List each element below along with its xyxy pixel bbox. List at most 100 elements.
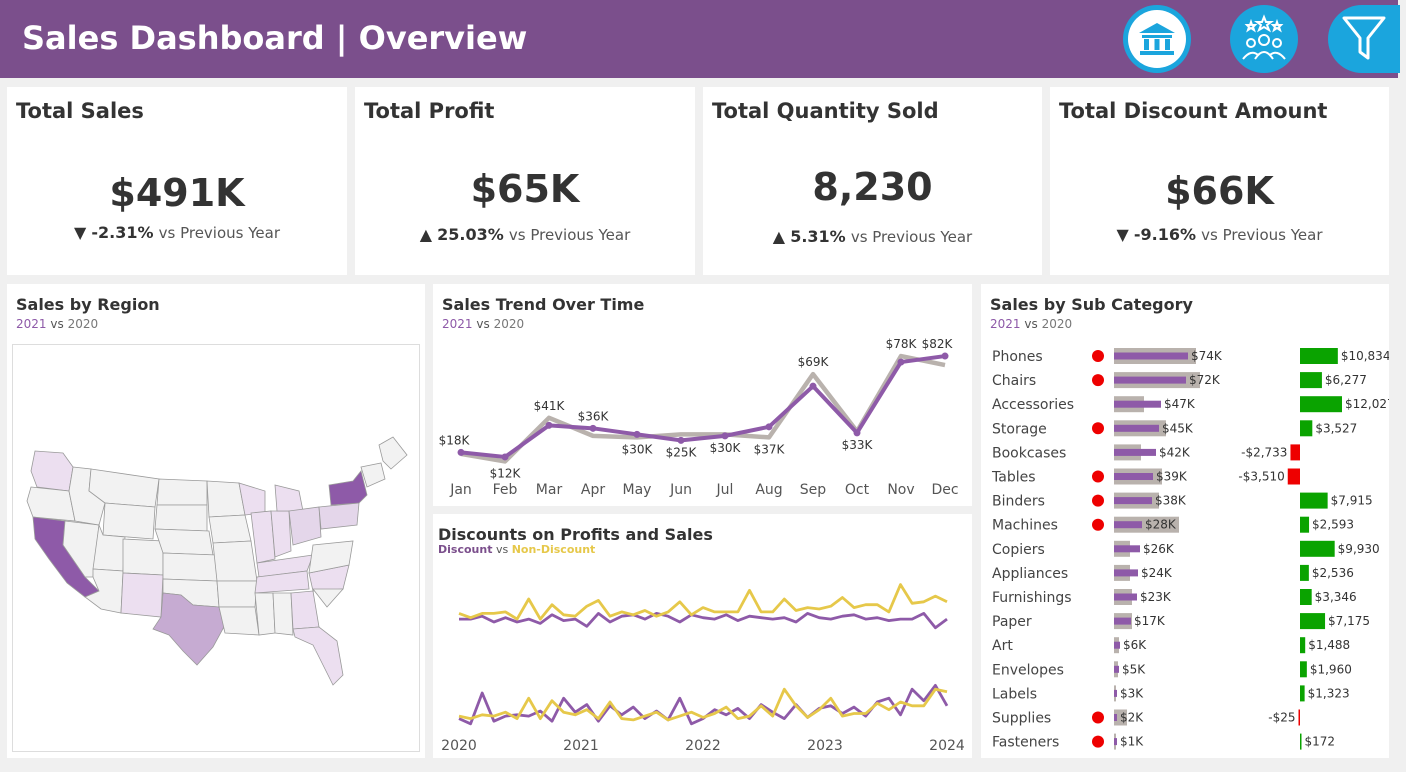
subcategory-bar-current-year[interactable] — [1114, 617, 1131, 625]
decline-indicator-icon — [1092, 374, 1104, 387]
trend-point[interactable] — [677, 436, 685, 444]
subcategory-bar-current-year[interactable] — [1114, 400, 1161, 408]
map-state-indiana — [270, 510, 292, 558]
subcategory-label: Machines — [992, 518, 1058, 534]
subcategory-bar-current-year[interactable] — [1114, 424, 1159, 432]
trend-point[interactable] — [721, 432, 729, 440]
trend-point[interactable] — [501, 453, 509, 461]
subcategory-profit-bar[interactable] — [1287, 468, 1300, 485]
subcategory-label: Storage — [992, 421, 1047, 437]
subcategory-sales-label: $47K — [1164, 397, 1196, 411]
subcategory-bar-current-year[interactable] — [1114, 473, 1153, 480]
subcategory-panel: Sales by Sub Category 2021 vs 2020 Phone… — [981, 284, 1389, 758]
subcategory-bar-current-year[interactable] — [1114, 689, 1117, 697]
map-state-pennsylvania — [318, 502, 360, 530]
bank-icon-button[interactable] — [1123, 5, 1191, 73]
trend-point[interactable] — [809, 382, 817, 390]
subcategory-bar-current-year[interactable] — [1114, 593, 1137, 601]
subcategory-sales-label: $26K — [1143, 542, 1175, 556]
map-state-new-england — [360, 462, 386, 488]
map-state-georgia — [290, 590, 320, 630]
filter-icon-button[interactable] — [1328, 5, 1400, 73]
map-state-kansas — [162, 552, 218, 582]
us-map[interactable] — [12, 344, 420, 752]
subcategory-profit-bar[interactable] — [1300, 420, 1313, 437]
kpi-total-discount: Total Discount Amount $66K ▼ -9.16% vs P… — [1050, 87, 1389, 275]
subcategory-profit-bar[interactable] — [1298, 709, 1301, 726]
subcategory-profit-bar[interactable] — [1300, 348, 1338, 364]
decline-indicator-icon — [1092, 422, 1104, 435]
subcategory-label: Chairs — [992, 373, 1036, 389]
trend-point[interactable] — [765, 423, 773, 431]
subcategory-chart[interactable]: Phones $74K $10,834 Chairs $72K $6,277 Accesso… — [981, 284, 1389, 758]
subcategory-bar-current-year[interactable] — [1114, 497, 1152, 505]
map-state-new-york — [328, 470, 368, 506]
subcategory-profit-label: $172 — [1305, 735, 1336, 749]
trend-point[interactable] — [941, 352, 949, 360]
up-arrow-icon: ▲ — [772, 227, 786, 246]
subcategory-profit-bar[interactable] — [1300, 733, 1302, 750]
trend-point[interactable] — [853, 429, 861, 437]
subcategory-profit-bar[interactable] — [1300, 589, 1312, 605]
map-state-florida — [292, 626, 344, 686]
subcategory-bar-current-year[interactable] — [1114, 641, 1120, 649]
map-state-louisiana — [218, 606, 260, 636]
subcategory-bar-current-year[interactable] — [1114, 521, 1142, 529]
kpi-value: $65K — [470, 167, 580, 211]
subcategory-sales-label: $23K — [1140, 590, 1172, 604]
panel-subtitle: 2021 vs 2020 — [16, 317, 98, 331]
trend-point[interactable] — [589, 424, 597, 432]
subcategory-profit-bar[interactable] — [1300, 637, 1306, 654]
discount-series-top-non-discount[interactable] — [458, 583, 948, 621]
subcategory-profit-bar[interactable] — [1300, 372, 1322, 389]
map-state-mississippi — [254, 592, 276, 636]
subcategory-profit-bar[interactable] — [1300, 613, 1326, 630]
trend-x-tick: Nov — [887, 482, 914, 498]
trend-point[interactable] — [633, 430, 641, 438]
kpi-delta-pct: 25.03% — [437, 225, 504, 244]
subcategory-bar-current-year[interactable] — [1114, 569, 1138, 577]
subcategory-profit-label: -$25 — [1268, 711, 1295, 725]
subcategory-bar-current-year[interactable] — [1114, 738, 1117, 746]
subcategory-profit-bar[interactable] — [1300, 516, 1310, 533]
subcategory-profit-bar[interactable] — [1300, 685, 1305, 702]
kpi-title: Total Discount Amount — [1059, 99, 1328, 123]
subcategory-profit-bar[interactable] — [1300, 540, 1335, 557]
trend-point[interactable] — [897, 358, 905, 366]
subcategory-bar-current-year[interactable] — [1114, 376, 1186, 384]
discount-chart[interactable]: 2020 2021 2022 2023 2024 — [433, 514, 972, 758]
map-state-ohio — [288, 506, 322, 546]
trend-point[interactable] — [545, 421, 553, 429]
subcategory-profit-label: $9,930 — [1338, 542, 1380, 556]
map-state-alabama — [272, 592, 294, 636]
map-state-wyoming — [102, 502, 156, 540]
bank-icon — [1128, 10, 1186, 68]
subcategory-profit-bar[interactable] — [1300, 492, 1328, 509]
subcategory-profit-bar[interactable] — [1300, 396, 1342, 413]
kpi-delta-pct: 5.31% — [790, 227, 846, 246]
subcategory-profit-label: $3,346 — [1315, 590, 1357, 604]
discount-series-top-discount[interactable] — [459, 612, 948, 630]
subcategory-label: Appliances — [992, 566, 1068, 582]
map-state-washington — [30, 450, 74, 492]
discount-x-tick: 2020 — [441, 738, 477, 754]
sales-trend-chart[interactable]: $18K $12K $41K $36K $30K $25K $30K $37K $69K $33K… — [433, 284, 972, 506]
kpi-delta-vs: vs Previous Year — [508, 226, 631, 244]
legend-vs: vs — [50, 317, 64, 331]
subcategory-bar-current-year[interactable] — [1114, 448, 1156, 456]
decline-indicator-icon — [1092, 350, 1104, 362]
subcategory-profit-bar[interactable] — [1290, 444, 1300, 461]
subcategory-bar-current-year[interactable] — [1114, 665, 1119, 673]
subcategory-profit-bar[interactable] — [1300, 661, 1307, 678]
subcategory-bar-current-year[interactable] — [1114, 714, 1117, 721]
map-state-michigan — [274, 484, 304, 512]
kpi-total-sales: Total Sales $491K ▼ -2.31% vs Previous Y… — [7, 87, 347, 275]
subcategory-bar-current-year[interactable] — [1114, 545, 1140, 553]
discount-x-tick: 2024 — [929, 738, 965, 754]
subcategory-profit-label: $1,488 — [1308, 638, 1350, 652]
trend-point[interactable] — [457, 448, 465, 456]
team-icon-button[interactable] — [1230, 5, 1298, 73]
subcategory-bar-current-year[interactable] — [1114, 352, 1188, 360]
subcategory-profit-label: $12,027 — [1345, 397, 1389, 411]
subcategory-profit-bar[interactable] — [1300, 564, 1309, 581]
